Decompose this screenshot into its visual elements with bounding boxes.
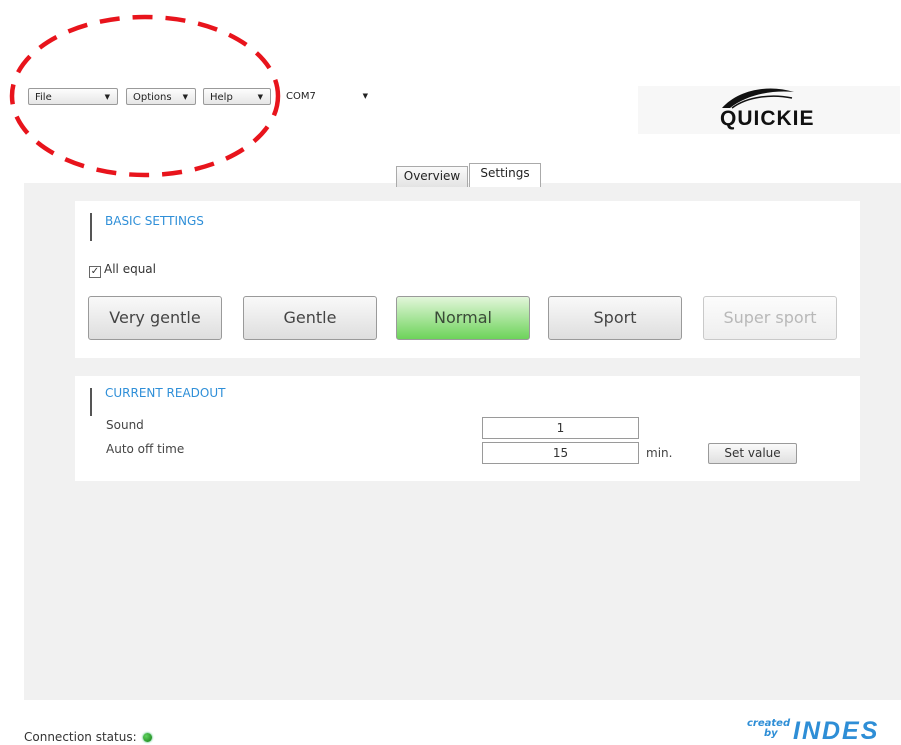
section-heading: BASIC SETTINGS (105, 214, 204, 228)
mode-sport-button[interactable]: Sport (548, 296, 682, 340)
section-bar (90, 213, 92, 241)
set-value-button[interactable]: Set value (708, 443, 797, 464)
com-port-value: COM7 (286, 91, 316, 102)
help-menu[interactable]: Help ▼ (203, 88, 271, 105)
chevron-down-icon: ▼ (104, 93, 110, 101)
mode-gentle-button[interactable]: Gentle (243, 296, 377, 340)
tab-overview[interactable]: Overview (396, 166, 468, 187)
connection-led-icon (143, 733, 152, 742)
section-bar (90, 388, 92, 416)
auto-off-label: Auto off time (106, 442, 185, 456)
all-equal-checkbox[interactable]: ✓ All equal (89, 262, 156, 278)
chevron-down-icon: ▼ (362, 92, 368, 100)
help-menu-label: Help (210, 92, 233, 103)
mode-normal-button[interactable]: Normal (396, 296, 530, 340)
current-readout-card: CURRENT READOUT Sound Auto off time 1 15… (75, 376, 860, 481)
sound-field[interactable]: 1 (482, 417, 639, 439)
basic-settings-card: BASIC SETTINGS ✓ All equal Very gentle Ge… (75, 201, 860, 358)
brand-name: INDES (793, 717, 880, 745)
options-menu-label: Options (133, 92, 172, 103)
section-heading: CURRENT READOUT (105, 386, 226, 400)
auto-off-field[interactable]: 15 (482, 442, 639, 464)
logo-text: QUICKIE (720, 107, 815, 130)
connection-status-label: Connection status: (24, 730, 137, 744)
com-port-select[interactable]: COM7 ▼ (284, 88, 380, 105)
checkmark-icon[interactable]: ✓ (89, 266, 101, 278)
indes-brand: created by INDES (747, 719, 901, 744)
mode-super-sport-button: Super sport (703, 296, 837, 340)
file-menu-label: File (35, 92, 52, 103)
file-menu[interactable]: File ▼ (28, 88, 118, 105)
brand-by: by (764, 728, 778, 739)
tab-settings[interactable]: Settings (469, 163, 541, 187)
options-menu[interactable]: Options ▼ (126, 88, 196, 105)
sound-label: Sound (106, 418, 144, 432)
quickie-logo: QUICKIE (638, 86, 900, 134)
mode-very-gentle-button[interactable]: Very gentle (88, 296, 222, 340)
chevron-down-icon: ▼ (182, 93, 188, 101)
all-equal-label: All equal (104, 262, 156, 276)
unit-label: min. (646, 446, 673, 460)
chevron-down-icon: ▼ (257, 93, 263, 101)
